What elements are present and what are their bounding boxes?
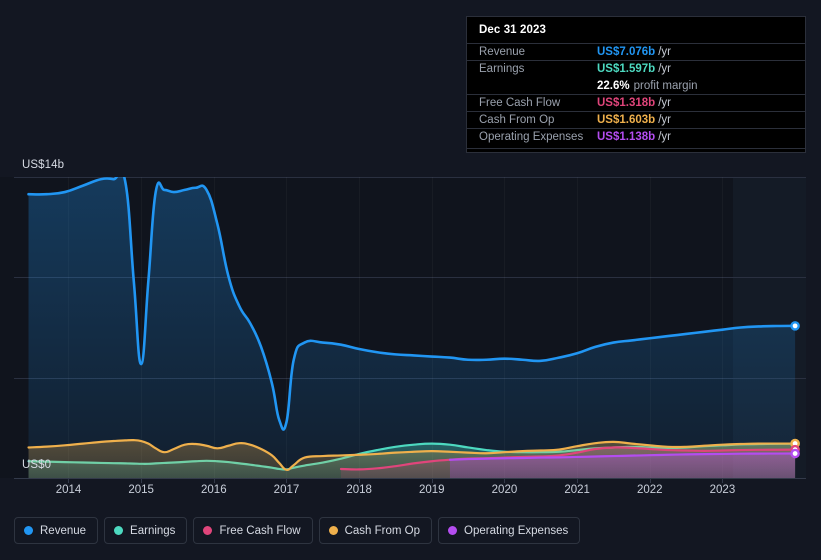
x-axis-label-2022: 2022 bbox=[636, 484, 663, 496]
x-axis-tick-2014 bbox=[68, 478, 69, 483]
tooltip-row-cash-from-op: Cash From Op US$1.603b/yr bbox=[467, 111, 805, 128]
tooltip-value: US$1.597b bbox=[597, 63, 656, 75]
x-axis-tick-2022 bbox=[650, 478, 651, 483]
tooltip-date: Dec 31 2023 bbox=[479, 24, 546, 36]
legend-label: Revenue bbox=[40, 524, 87, 537]
x-axis-line bbox=[14, 478, 806, 479]
x-axis-label-2015: 2015 bbox=[128, 484, 154, 496]
endpoint-marker-operating-expenses bbox=[790, 448, 800, 459]
tooltip-row-free-cash-flow: Free Cash Flow US$1.318b/yr bbox=[467, 94, 805, 111]
x-axis-label-2021: 2021 bbox=[564, 484, 590, 496]
x-axis-label-2020: 2020 bbox=[491, 484, 518, 496]
x-axis-tick-2021 bbox=[577, 478, 578, 483]
x-axis-label-2018: 2018 bbox=[346, 484, 372, 496]
tooltip-suffix: /yr bbox=[658, 131, 671, 143]
chart-legend[interactable]: Revenue Earnings Free Cash Flow Cash From O… bbox=[14, 517, 581, 544]
area-revenue bbox=[28, 177, 796, 478]
x-axis-label-2019: 2019 bbox=[419, 484, 445, 496]
endpoint-marker-revenue bbox=[790, 321, 800, 331]
tooltip-value: US$1.603b bbox=[597, 114, 656, 126]
legend-color-dot-icon bbox=[203, 526, 213, 535]
tooltip-label: Earnings bbox=[479, 63, 525, 75]
tooltip-rows: Revenue US$7.076b/yr Earnings US$1.597b/yr 2… bbox=[467, 43, 805, 145]
plot-area bbox=[0, 177, 806, 479]
x-axis-label-2017: 2017 bbox=[273, 484, 300, 496]
y-axis-top-label: US$14b bbox=[22, 159, 65, 171]
legend-color-dot-icon bbox=[328, 526, 338, 535]
legend-label: Earnings bbox=[130, 524, 176, 537]
tooltip-row-profit-margin: 22.6% profit margin bbox=[467, 77, 805, 94]
tooltip-label: Revenue bbox=[479, 46, 526, 58]
tooltip-suffix: /yr bbox=[658, 46, 671, 58]
profit-margin-label: profit margin bbox=[633, 79, 698, 92]
tooltip-value: US$1.318b bbox=[597, 97, 656, 109]
tooltip-row-operating-expenses: Operating Expenses US$1.138b/yr bbox=[467, 128, 805, 145]
tooltip-label: Operating Expenses bbox=[479, 131, 584, 143]
x-axis-tick-2023 bbox=[722, 478, 723, 483]
legend-label: Cash From Op bbox=[344, 524, 421, 537]
x-axis-tick-2015 bbox=[141, 478, 142, 483]
tooltip-bottom-rule bbox=[467, 148, 805, 149]
legend-color-dot-icon bbox=[448, 526, 458, 535]
legend-label: Operating Expenses bbox=[464, 524, 569, 537]
tooltip-row-revenue: Revenue US$7.076b/yr bbox=[467, 43, 805, 60]
legend-color-dot-icon bbox=[24, 526, 33, 535]
x-axis-labels: 2014 2015 2016 2017 2018 2019 2020 2021 2022 2023 bbox=[0, 484, 821, 506]
legend-item-earnings[interactable]: Earnings bbox=[104, 517, 188, 544]
legend-item-free-cash-flow[interactable]: Free Cash Flow bbox=[193, 517, 313, 544]
tooltip-row-earnings: Earnings US$1.597b/yr bbox=[467, 60, 805, 77]
y-axis-bottom-label: US$0 bbox=[22, 459, 52, 471]
legend-item-cash-from-op[interactable]: Cash From Op bbox=[318, 517, 433, 544]
tooltip-card: Dec 31 2023 Revenue US$7.076b/yr Earnings U… bbox=[466, 16, 806, 153]
x-axis-label-2016: 2016 bbox=[201, 484, 227, 496]
x-axis-tick-2020 bbox=[504, 478, 505, 483]
tooltip-suffix: /yr bbox=[658, 114, 671, 126]
tooltip-value: US$1.138b bbox=[597, 131, 656, 143]
tooltip-label: Cash From Op bbox=[479, 114, 555, 126]
profit-margin-value: 22.6% bbox=[597, 79, 630, 92]
tooltip-suffix: /yr bbox=[658, 97, 671, 109]
x-axis-label-2023: 2023 bbox=[709, 484, 736, 496]
tooltip-value: US$7.076b bbox=[597, 46, 656, 58]
tooltip-suffix: /yr bbox=[658, 63, 671, 75]
tooltip-label: Free Cash Flow bbox=[479, 97, 561, 109]
x-axis-label-2014: 2014 bbox=[55, 484, 82, 496]
legend-item-operating-expenses[interactable]: Operating Expenses bbox=[438, 517, 581, 544]
x-axis-tick-2019 bbox=[432, 478, 433, 483]
legend-item-revenue[interactable]: Revenue bbox=[14, 517, 99, 544]
x-axis-tick-2016 bbox=[214, 478, 215, 483]
x-axis-tick-2018 bbox=[359, 478, 360, 483]
chart-series-svg bbox=[27, 177, 800, 478]
legend-label: Free Cash Flow bbox=[219, 524, 301, 537]
x-axis-tick-2017 bbox=[286, 478, 287, 483]
legend-color-dot-icon bbox=[114, 526, 124, 535]
chart-widget: US$14b US$0 2014 2015 2016 2017 2018 2019 2020… bbox=[0, 0, 821, 560]
